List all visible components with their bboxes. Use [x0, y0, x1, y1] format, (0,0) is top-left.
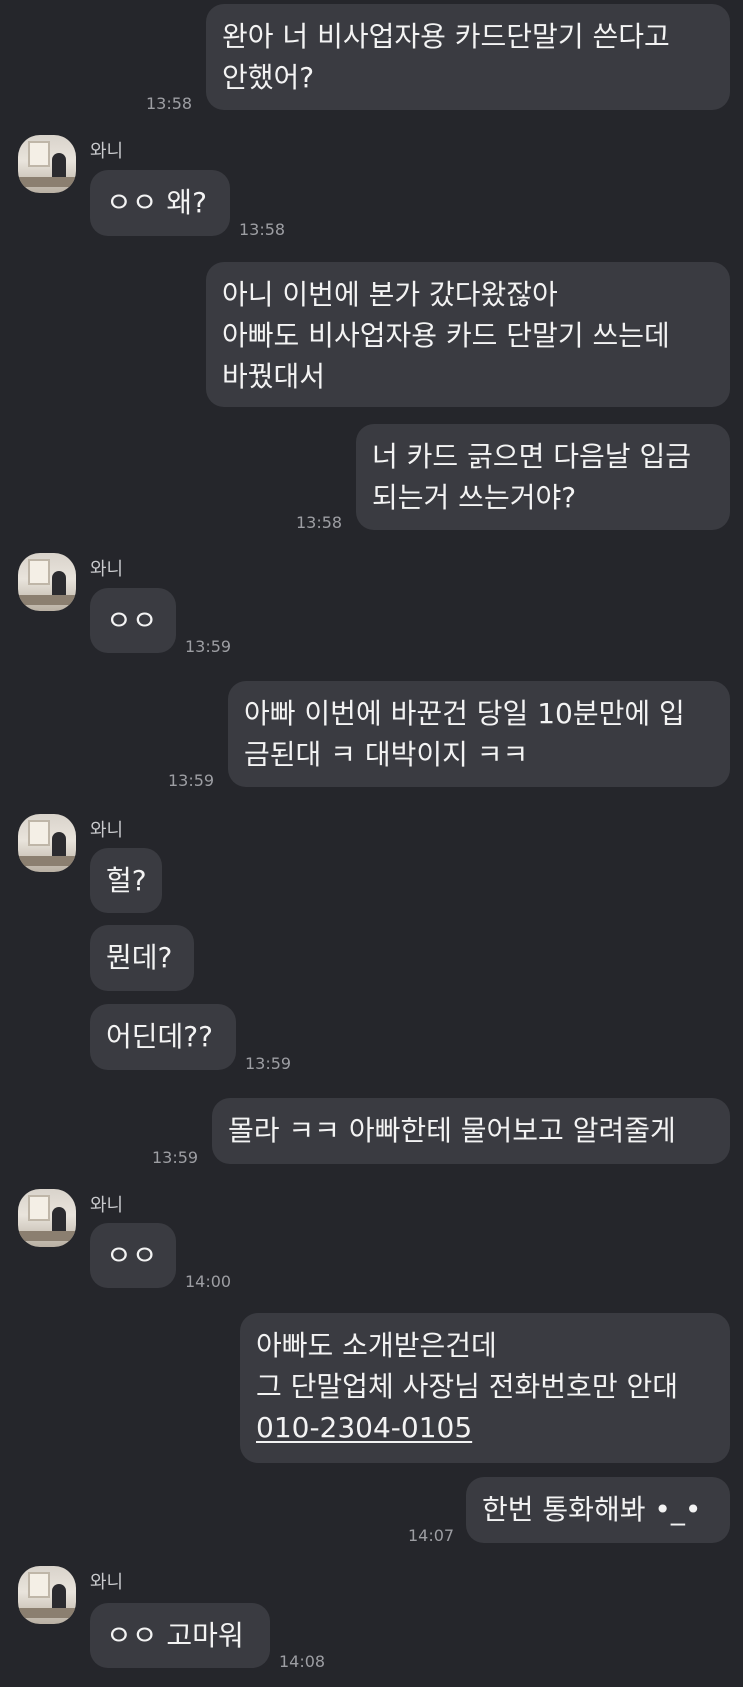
message-bubble-incoming[interactable]: 어딘데??	[90, 1004, 236, 1070]
message-timestamp: 13:58	[239, 220, 286, 239]
contact-name: 와니	[90, 559, 124, 580]
phone-number-link[interactable]: 010-2304-0105	[256, 1407, 714, 1448]
message-line: 몰라 ㅋㅋ 아빠한테 물어보고 알려줄게	[228, 1114, 676, 1147]
message-line: 어딘데??	[106, 1020, 214, 1053]
message-line: ㅇㅇ	[106, 1239, 158, 1272]
message-bubble-outgoing[interactable]: 몰라 ㅋㅋ 아빠한테 물어보고 알려줄게	[212, 1098, 730, 1164]
message-line: 그 단말업체 사장님 전화번호만 안대	[256, 1370, 679, 1403]
message-bubble-outgoing[interactable]: 너 카드 긁으면 다음날 입금 되는거 쓰는거야?	[356, 424, 730, 530]
message-timestamp: 14:08	[279, 1652, 326, 1671]
message-line: 한번 통화해봐 •_•	[482, 1493, 702, 1526]
message-bubble-outgoing[interactable]: 완아 너 비사업자용 카드단말기 쓴다고 안했어?	[206, 4, 730, 110]
contact-avatar[interactable]	[18, 1189, 76, 1247]
message-line: 아빠 이번에 바꾼건 당일 10분만에 입	[244, 697, 685, 730]
message-timestamp: 14:00	[185, 1272, 232, 1291]
message-line: 뭔데?	[106, 941, 173, 974]
contact-avatar[interactable]	[18, 1566, 76, 1624]
message-line: 너 카드 긁으면 다음날 입금	[372, 440, 691, 473]
contact-avatar[interactable]	[18, 135, 76, 193]
message-bubble-outgoing[interactable]: 한번 통화해봐 •_•	[466, 1477, 730, 1543]
message-timestamp: 13:59	[152, 1148, 199, 1167]
message-line: 되는거 쓰는거야?	[372, 481, 577, 514]
contact-name: 와니	[90, 141, 124, 162]
message-timestamp: 13:59	[245, 1054, 292, 1073]
message-bubble-outgoing[interactable]: 아빠도 소개받은건데 그 단말업체 사장님 전화번호만 안대 010-2304-…	[240, 1313, 730, 1463]
message-bubble-outgoing[interactable]: 아니 이번에 본가 갔다왔잖아 아빠도 비사업자용 카드 단말기 쓰는데 바꿨대…	[206, 262, 730, 407]
message-line: 아빠도 비사업자용 카드 단말기 쓰는데	[222, 319, 670, 352]
message-bubble-incoming[interactable]: 헐?	[90, 848, 162, 913]
message-line: 헐?	[106, 864, 147, 897]
message-bubble-incoming[interactable]: ㅇㅇ	[90, 1223, 176, 1288]
message-timestamp: 13:59	[168, 771, 215, 790]
message-line: 아빠도 소개받은건데	[256, 1329, 497, 1362]
contact-avatar[interactable]	[18, 553, 76, 611]
message-timestamp: 13:58	[296, 513, 343, 532]
message-line: ㅇㅇ 왜?	[106, 186, 208, 219]
message-line: 바꿨대서	[222, 360, 326, 393]
message-timestamp: 13:58	[146, 94, 193, 113]
message-timestamp: 14:07	[408, 1526, 455, 1545]
message-line: ㅇㅇ 고마워	[106, 1619, 244, 1652]
message-bubble-incoming[interactable]: 뭔데?	[90, 925, 194, 991]
message-line: 금된대 ㅋ 대박이지 ㅋㅋ	[244, 738, 529, 771]
message-bubble-incoming[interactable]: ㅇㅇ 왜?	[90, 170, 230, 236]
contact-avatar[interactable]	[18, 814, 76, 872]
contact-name: 와니	[90, 1195, 124, 1216]
message-line: 안했어?	[222, 61, 315, 94]
message-line: 아니 이번에 본가 갔다왔잖아	[222, 278, 558, 311]
message-line: 완아 너 비사업자용 카드단말기 쓴다고	[222, 20, 670, 53]
message-line: ㅇㅇ	[106, 604, 158, 637]
message-timestamp: 13:59	[185, 637, 232, 656]
contact-name: 와니	[90, 1572, 124, 1593]
message-bubble-incoming[interactable]: ㅇㅇ	[90, 588, 176, 653]
message-bubble-outgoing[interactable]: 아빠 이번에 바꾼건 당일 10분만에 입 금된대 ㅋ 대박이지 ㅋㅋ	[228, 681, 730, 787]
message-bubble-incoming[interactable]: ㅇㅇ 고마워	[90, 1603, 270, 1668]
contact-name: 와니	[90, 820, 124, 841]
